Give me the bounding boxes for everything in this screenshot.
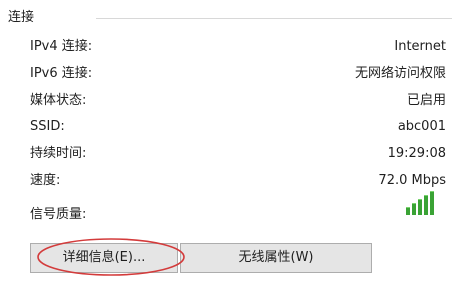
media-state-label: 媒体状态:	[30, 93, 87, 108]
signal-quality-row: 信号质量:	[0, 205, 452, 225]
speed-label: 速度:	[30, 173, 61, 188]
signal-bar	[424, 195, 428, 215]
duration-label: 持续时间:	[30, 146, 87, 161]
signal-bar	[406, 207, 410, 215]
connection-group-header: 连接	[0, 8, 452, 28]
media-state-row: 媒体状态: 已启用	[0, 91, 452, 111]
ipv6-connectivity-row: IPv6 连接: 无网络访问权限	[0, 64, 452, 84]
wireless-properties-button[interactable]: 无线属性(W)	[180, 243, 372, 273]
ipv6-connectivity-value: 无网络访问权限	[354, 66, 446, 81]
group-divider	[96, 18, 452, 19]
media-state-value: 已启用	[406, 93, 446, 108]
signal-strength-icon	[406, 191, 436, 215]
ssid-row: SSID: abc001	[0, 117, 452, 137]
ipv6-connectivity-label: IPv6 连接:	[30, 66, 93, 81]
ssid-label: SSID:	[30, 119, 65, 134]
signal-bar	[430, 191, 434, 215]
ipv4-connectivity-row: IPv4 连接: Internet	[0, 37, 452, 57]
details-button[interactable]: 详细信息(E)...	[30, 243, 178, 273]
duration-row: 持续时间: 19:29:08	[0, 144, 452, 164]
duration-value: 19:29:08	[387, 146, 446, 161]
ipv4-connectivity-value: Internet	[394, 39, 446, 54]
speed-value: 72.0 Mbps	[378, 173, 446, 188]
ipv4-connectivity-label: IPv4 连接:	[30, 39, 93, 54]
signal-quality-label: 信号质量:	[30, 207, 87, 222]
signal-bar	[418, 199, 422, 215]
speed-row: 速度: 72.0 Mbps	[0, 171, 452, 191]
connection-group-title: 连接	[8, 10, 35, 25]
ssid-value: abc001	[397, 119, 446, 134]
signal-bar	[412, 203, 416, 215]
